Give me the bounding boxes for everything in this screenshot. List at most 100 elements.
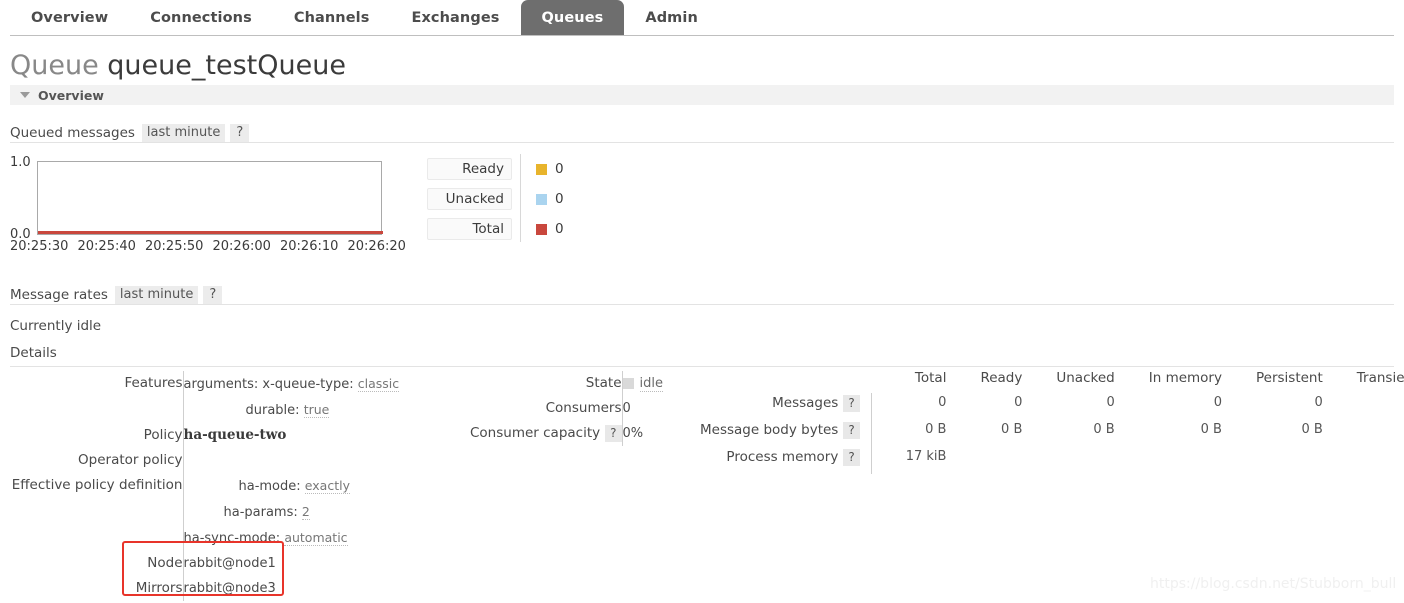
details-label-consumer-capacity: Consumer capacity?	[470, 421, 622, 446]
stats-col-persistent: Persistent	[1222, 370, 1323, 393]
process-memory-help-icon[interactable]: ?	[843, 449, 859, 466]
stats-cell: 0 B	[1115, 420, 1222, 447]
overview-section-header[interactable]: Overview	[10, 85, 1394, 105]
stats-cell: 0 B	[871, 420, 946, 447]
tab-admin[interactable]: Admin	[624, 0, 719, 36]
stats-cell: 17 kiB	[871, 447, 946, 474]
chart-xtick: 20:26:00	[213, 239, 281, 254]
effective-ha-params-row: ha-params: 2	[184, 499, 400, 525]
queued-messages-period-selector[interactable]: last minute	[142, 124, 225, 142]
stats-rowlabel-messages: Messages?	[700, 393, 871, 420]
stats-col-transient: Transient, Paged Out	[1323, 370, 1404, 393]
tab-queues[interactable]: Queues	[521, 0, 625, 36]
consumer-capacity-help-icon[interactable]: ?	[605, 425, 621, 442]
policy-name-link[interactable]: ha-queue-two	[184, 427, 287, 443]
effective-ha-sync-mode-row: ha-sync-mode: automatic	[184, 525, 400, 551]
details-value-effective-policy: ha-mode: exactly ha-params: 2 ha-sync-mo…	[183, 473, 399, 551]
feature-durable-value: true	[304, 402, 330, 418]
state-value-text: idle	[640, 376, 663, 392]
details-label-features: Features	[10, 371, 183, 423]
stats-cell: 0 B	[946, 420, 1022, 447]
watermark: https://blog.csdn.net/Stubborn_bull	[1150, 576, 1396, 592]
stats-cell	[1022, 447, 1114, 474]
details-row-policy: Policy ha-queue-two	[10, 423, 399, 448]
legend-button-total[interactable]: Total	[427, 218, 512, 240]
details-label: Details	[10, 345, 57, 361]
page-title-queue-name: queue_testQueue	[107, 50, 346, 81]
stats-corner-cell	[700, 370, 871, 393]
chart-xtick: 20:26:10	[280, 239, 348, 254]
queue-detail-page: Overview Connections Channels Exchanges …	[0, 0, 1404, 603]
stats-cell: 0	[1022, 393, 1114, 420]
stats-cell: 0	[1115, 393, 1222, 420]
nav-tabs: Overview Connections Channels Exchanges …	[10, 0, 719, 36]
ha-params-key: ha-params:	[224, 505, 298, 520]
details-row-node: Node rabbit@node1	[10, 551, 399, 576]
details-row-consumer-capacity: Consumer capacity? 0%	[470, 421, 663, 446]
stats-col-in-memory: In memory	[1115, 370, 1222, 393]
details-label-node: Node	[10, 551, 183, 576]
feature-x-queue-type-key: x-queue-type:	[262, 377, 353, 392]
queued-messages-label: Queued messages	[10, 125, 135, 141]
stats-cell	[1222, 447, 1323, 474]
page-title-prefix: Queue	[10, 50, 99, 81]
stats-row-process-memory: Process memory? 17 kiB	[700, 447, 1404, 474]
stats-rowlabel-process-memory-text: Process memory	[726, 449, 838, 465]
message-rates-period-selector[interactable]: last minute	[115, 286, 198, 304]
page-title: Queue queue_testQueue	[10, 50, 346, 81]
legend-button-ready[interactable]: Ready	[427, 158, 512, 180]
details-label-operator-policy: Operator policy	[10, 448, 183, 473]
triangle-down-icon	[20, 92, 30, 98]
details-value-operator-policy	[183, 448, 399, 473]
effective-ha-mode-row: ha-mode: exactly	[184, 473, 400, 499]
queued-messages-header: Queued messages last minute ?	[10, 123, 1394, 143]
ha-mode-value: exactly	[305, 478, 350, 494]
details-row-state: State idle	[470, 371, 663, 396]
details-label-consumers: Consumers	[470, 396, 622, 421]
ha-params-value: 2	[302, 504, 310, 520]
stats-cell	[1323, 393, 1404, 420]
feature-x-queue-type-value: classic	[358, 376, 399, 392]
chart-x-axis: 20:25:30 20:25:40 20:25:50 20:26:00 20:2…	[10, 239, 415, 254]
details-label-effective-policy: Effective policy definition	[10, 473, 183, 551]
message-rates-help-icon[interactable]: ?	[203, 286, 222, 304]
stats-row-messages: Messages? 0 0 0 0 0	[700, 393, 1404, 420]
stats-cell: 0 B	[1323, 420, 1404, 447]
chart-xtick: 20:26:20	[348, 239, 416, 254]
chart-series-total	[38, 231, 383, 234]
message-rates-label: Message rates	[10, 287, 108, 303]
messages-help-icon[interactable]: ?	[843, 395, 859, 412]
stats-rowlabel-message-body-bytes: Message body bytes?	[700, 420, 871, 447]
stats-cell	[1323, 447, 1404, 474]
tab-connections[interactable]: Connections	[129, 0, 273, 36]
main-navigation: Overview Connections Channels Exchanges …	[0, 0, 1404, 36]
details-label-policy: Policy	[10, 423, 183, 448]
queued-messages-help-icon[interactable]: ?	[230, 124, 249, 142]
stats-col-ready: Ready	[946, 370, 1022, 393]
legend-row-total: Total 0	[427, 218, 564, 240]
stats-col-unacked: Unacked	[1022, 370, 1114, 393]
ha-mode-key: ha-mode:	[239, 479, 301, 494]
legend-row-unacked: Unacked 0	[427, 188, 564, 210]
chart-xtick: 20:25:30	[10, 239, 78, 254]
state-indicator-icon	[623, 378, 634, 389]
details-row-features: Features arguments: x-queue-type: classi…	[10, 371, 399, 423]
nav-underline	[10, 35, 1394, 36]
stats-col-total: Total	[871, 370, 946, 393]
legend-swatch-ready	[536, 164, 547, 175]
details-value-policy: ha-queue-two	[183, 423, 399, 448]
message-rates-status: Currently idle	[10, 318, 101, 334]
stats-cell	[1115, 447, 1222, 474]
stats-header-row: Total Ready Unacked In memory Persistent…	[700, 370, 1404, 393]
details-value-node: rabbit@node1	[183, 551, 399, 576]
tab-channels[interactable]: Channels	[273, 0, 391, 36]
stats-cell	[946, 447, 1022, 474]
legend-swatch-total	[536, 224, 547, 235]
overview-section-label: Overview	[38, 88, 104, 103]
feature-durable-key: durable:	[246, 403, 300, 418]
message-body-bytes-help-icon[interactable]: ?	[843, 422, 859, 439]
tab-exchanges[interactable]: Exchanges	[390, 0, 520, 36]
legend-button-unacked[interactable]: Unacked	[427, 188, 512, 210]
tab-overview[interactable]: Overview	[10, 0, 129, 36]
details-features-table: Features arguments: x-queue-type: classi…	[10, 371, 480, 601]
